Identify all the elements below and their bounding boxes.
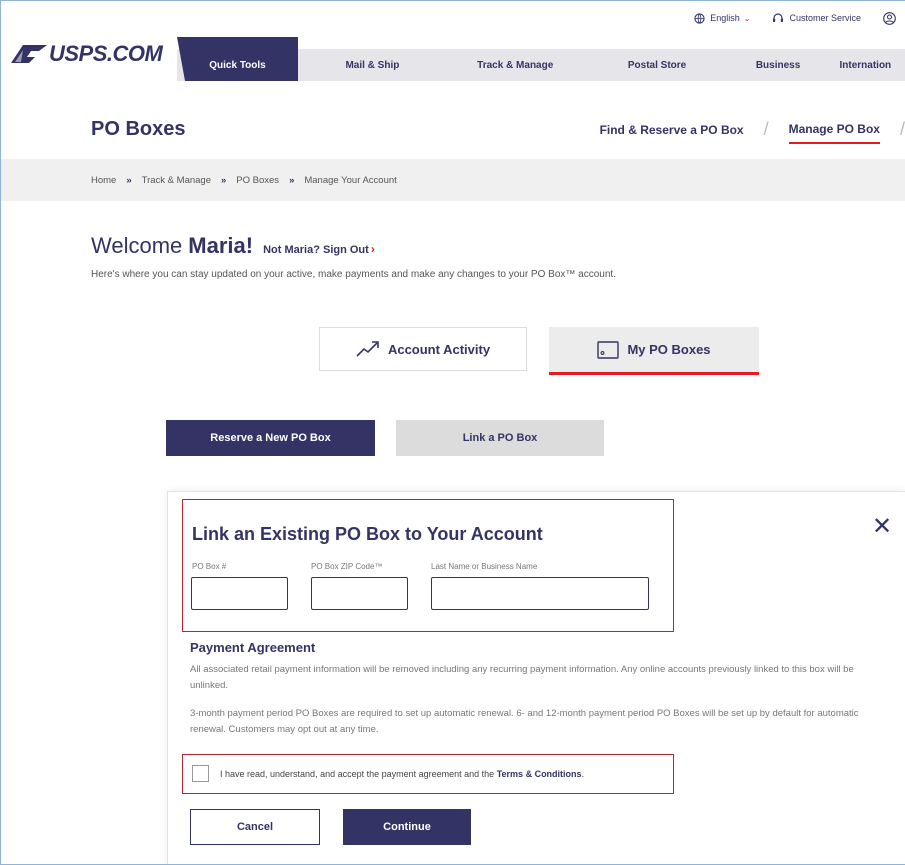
tab-my-po-boxes-label: My PO Boxes (627, 342, 711, 357)
chevron-right-icon: » (126, 174, 132, 186)
last-name-input[interactable] (431, 577, 649, 610)
language-label: English (710, 13, 740, 23)
welcome-name: Maria! (188, 233, 254, 258)
trend-up-icon (356, 341, 379, 357)
nav-quick-tools[interactable]: Quick Tools (177, 37, 298, 81)
welcome-greeting: Welcome (91, 233, 183, 258)
agree-label: I have read, understand, and accept the … (220, 769, 584, 779)
page-frame: English ⌄ Customer Service USPS.COM Quic… (0, 0, 905, 865)
page-title: PO Boxes (91, 118, 186, 140)
breadcrumb-po-boxes[interactable]: PO Boxes (236, 175, 279, 186)
reserve-po-box-button[interactable]: Reserve a New PO Box (166, 420, 375, 456)
globe-icon (694, 12, 705, 24)
logo-text: USPS.COM (49, 41, 163, 66)
usps-logo[interactable]: USPS.COM (9, 41, 163, 67)
language-selector[interactable]: English ⌄ (694, 12, 751, 24)
modal-title: Link an Existing PO Box to Your Account (192, 524, 543, 544)
continue-button[interactable]: Continue (343, 809, 471, 845)
tab-account-activity[interactable]: Account Activity (319, 327, 527, 371)
terms-link[interactable]: Terms & Conditions (497, 769, 582, 779)
breadcrumb-track-manage[interactable]: Track & Manage (142, 175, 211, 186)
payment-agreement-title: Payment Agreement (190, 640, 316, 655)
find-reserve-link[interactable]: Find & Reserve a PO Box (600, 123, 744, 137)
po-box-number-input[interactable] (191, 577, 288, 610)
divider: / (899, 119, 905, 139)
agree-text: I have read, understand, and accept the … (220, 769, 495, 779)
utility-bar: English ⌄ Customer Service (694, 7, 905, 29)
nav-postal-store[interactable]: Postal Store (584, 49, 731, 81)
breadcrumb-current: Manage Your Account (304, 174, 397, 186)
chevron-right-icon: › (370, 242, 375, 256)
payment-paragraph-1: All associated retail payment informatio… (190, 664, 854, 691)
agree-end: . (581, 769, 585, 779)
customer-service-link[interactable]: Customer Service (772, 12, 861, 24)
chevron-right-icon: » (220, 174, 227, 186)
customer-service-label: Customer Service (789, 13, 861, 23)
close-icon[interactable]: ✕ (872, 512, 892, 541)
breadcrumb: Home » Track & Manage » PO Boxes » Manag… (1, 159, 905, 201)
payment-paragraph-2: 3-month payment period PO Boxes are requ… (190, 708, 859, 735)
po-box-icon (597, 340, 620, 359)
chevron-down-icon: ⌄ (743, 13, 751, 23)
user-icon (883, 11, 896, 25)
po-box-number-label: PO Box # (192, 562, 227, 571)
nav-track-manage[interactable]: Track & Manage (447, 49, 584, 81)
tab-account-activity-label: Account Activity (387, 341, 491, 357)
po-box-zip-label: PO Box ZIP Code™ (311, 562, 383, 571)
cancel-button[interactable]: Cancel (190, 809, 320, 845)
account-button[interactable] (883, 11, 901, 25)
sub-nav: Find & Reserve a PO Box / Manage PO Box … (600, 115, 905, 144)
intro-text: Here's where you can stay updated on you… (91, 269, 616, 280)
sign-out-link[interactable]: Not Maria? Sign Out (263, 244, 369, 256)
nav-mail-ship[interactable]: Mail & Ship (298, 49, 447, 81)
last-name-label: Last Name or Business Name (431, 562, 538, 571)
link-po-box-modal: ✕ Link an Existing PO Box to Your Accoun… (167, 491, 905, 864)
po-box-zip-input[interactable] (311, 577, 408, 610)
divider: / (763, 119, 769, 139)
nav-business[interactable]: Business (730, 49, 825, 81)
manage-po-box-link[interactable]: Manage PO Box (788, 122, 880, 144)
eagle-icon (11, 45, 47, 63)
chevron-right-icon: » (289, 174, 295, 186)
headset-icon (773, 13, 784, 22)
link-po-box-button[interactable]: Link a PO Box (396, 420, 604, 456)
breadcrumb-home[interactable]: Home (91, 175, 116, 186)
agree-checkbox[interactable] (192, 765, 209, 782)
highlight-box (182, 499, 674, 632)
welcome-heading: Welcome Maria! Not Maria? Sign Out › (91, 233, 375, 259)
main-nav: Quick Tools Mail & Ship Track & Manage P… (177, 37, 905, 81)
tab-my-po-boxes[interactable]: My PO Boxes (549, 327, 759, 375)
nav-international[interactable]: Internation (826, 49, 905, 81)
